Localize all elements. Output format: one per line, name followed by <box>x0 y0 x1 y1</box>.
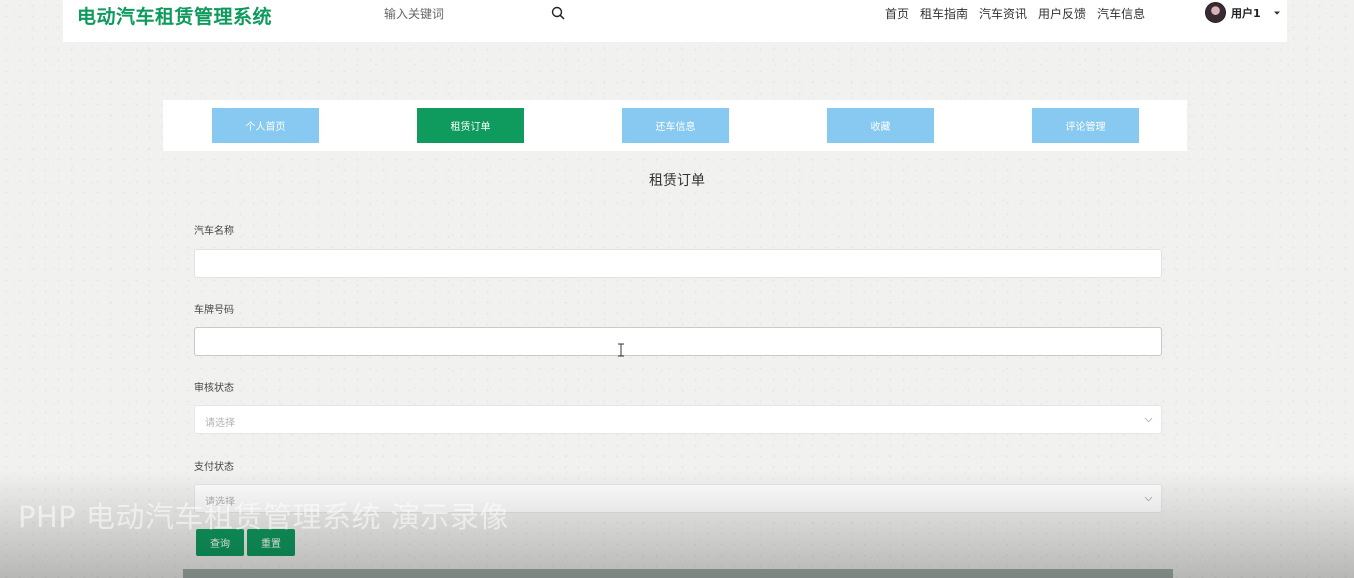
search-input[interactable] <box>370 0 550 28</box>
top-header: 电动汽车租赁管理系统 首页 租车指南 汽车资讯 用户反馈 汽车信息 用户1 <box>63 0 1287 42</box>
chevron-down-icon <box>1144 496 1153 502</box>
tab-comment-management[interactable]: 评论管理 <box>1032 108 1139 143</box>
center-tab-bar: 个人首页 租赁订单 还车信息 收藏 评论管理 <box>163 100 1187 151</box>
nav-home[interactable]: 首页 <box>885 5 909 22</box>
tab-rental-orders[interactable]: 租赁订单 <box>417 108 524 143</box>
user-menu[interactable]: 用户1 <box>1205 2 1281 23</box>
reset-button[interactable]: 重置 <box>247 529 295 556</box>
site-logo[interactable]: 电动汽车租赁管理系统 <box>77 2 272 29</box>
tab-return-info[interactable]: 还车信息 <box>622 108 729 143</box>
caret-down-icon[interactable] <box>1273 10 1281 16</box>
tab-favorites[interactable]: 收藏 <box>827 108 934 143</box>
results-table-header <box>183 569 1173 578</box>
search-box <box>370 0 575 28</box>
review-status-select[interactable]: 请选择 <box>194 405 1162 434</box>
avatar[interactable] <box>1205 2 1226 23</box>
payment-status-select[interactable]: 请选择 <box>194 484 1162 513</box>
text-cursor-icon <box>618 343 624 357</box>
car-name-input[interactable] <box>194 249 1162 278</box>
query-button[interactable]: 查询 <box>196 529 244 556</box>
user-name[interactable]: 用户1 <box>1231 5 1261 21</box>
tab-personal-home[interactable]: 个人首页 <box>212 108 319 143</box>
car-name-label: 汽车名称 <box>194 226 234 237</box>
chevron-down-icon <box>1144 417 1153 423</box>
nav-car-news[interactable]: 汽车资讯 <box>979 5 1027 22</box>
main-nav: 首页 租车指南 汽车资讯 用户反馈 汽车信息 <box>885 5 1156 22</box>
payment-status-placeholder: 请选择 <box>205 497 235 508</box>
nav-feedback[interactable]: 用户反馈 <box>1038 5 1086 22</box>
page-title: 租赁订单 <box>649 173 705 189</box>
plate-number-input[interactable] <box>194 327 1162 356</box>
payment-status-label: 支付状态 <box>194 462 234 473</box>
review-status-label: 审核状态 <box>194 383 234 394</box>
plate-number-label: 车牌号码 <box>194 305 234 316</box>
nav-car-info[interactable]: 汽车信息 <box>1097 5 1145 22</box>
nav-rental-guide[interactable]: 租车指南 <box>920 5 968 22</box>
review-status-placeholder: 请选择 <box>205 418 235 429</box>
search-icon[interactable] <box>551 6 565 20</box>
